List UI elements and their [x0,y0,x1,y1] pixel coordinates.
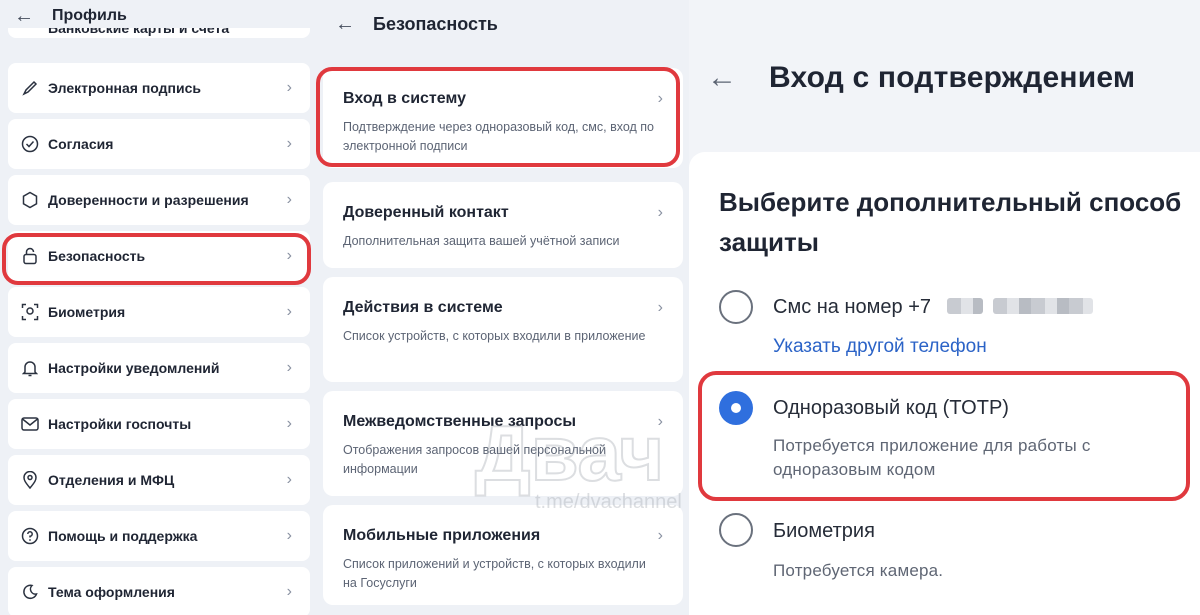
chevron-right-icon: › [286,359,292,376]
card-system-actions[interactable]: Действия в системе Список устройств, с к… [323,277,683,382]
face-scan-icon [20,302,40,322]
menu-item-label: Помощь и поддержка [48,528,198,544]
security-panel: ← Безопасность Вход в систему Подтвержде… [315,0,689,615]
menu-item-help[interactable]: Помощь и поддержка › [8,511,310,561]
menu-item-theme[interactable]: Тема оформления › [8,567,310,615]
highlight-outline [698,371,1190,501]
moon-icon [20,582,40,602]
menu-item-label: Биометрия [48,304,126,320]
menu-item-label: Настройки госпочты [48,416,192,432]
chevron-right-icon: › [286,415,292,432]
highlight-outline [2,233,311,285]
card-title: Действия в системе [343,299,503,316]
page-title: Профиль [52,7,127,24]
menu-item-notifications[interactable]: Настройки уведомлений › [8,343,310,393]
menu-item-label: Отделения и МФЦ [48,472,175,488]
hexagon-icon [20,190,40,210]
chevron-right-icon: › [657,204,663,221]
chevron-right-icon: › [657,299,663,316]
menu-item-label: Настройки уведомлений [48,360,220,376]
pen-icon [20,78,40,98]
menu-item-biometrics[interactable]: Биометрия › [8,287,310,337]
highlight-outline [316,67,680,167]
option-label-sms: Смс на номер +7 [773,296,931,318]
help-icon [20,526,40,546]
chevron-right-icon: › [286,527,292,544]
location-pin-icon [20,470,40,490]
menu-item-label: Тема оформления [48,584,175,600]
radio-biometrics[interactable] [719,513,753,547]
blurred-phone [947,298,983,314]
menu-item-label: Электронная подпись [48,80,201,96]
card-title: Мобильные приложения [343,527,541,544]
login-confirm-header: ← Вход с подтверждением [689,52,1200,104]
menu-item-gosmail[interactable]: Настройки госпочты › [8,399,310,449]
page-title: Безопасность [373,13,498,34]
card-trusted-contact[interactable]: Доверенный контакт Дополнительная защита… [323,182,683,268]
menu-item-offices[interactable]: Отделения и МФЦ › [8,455,310,505]
card-description: Список приложений и устройств, с которых… [343,557,646,590]
card-title: Доверенный контакт [343,204,509,221]
menu-item-powers[interactable]: Доверенности и разрешения › [8,175,310,225]
back-arrow-icon[interactable]: ← [707,63,737,93]
blurred-phone [993,298,1093,314]
back-arrow-icon[interactable]: ← [335,14,355,34]
mail-icon [20,414,40,434]
security-header: ← Безопасность [315,8,689,40]
chevron-right-icon: › [657,527,663,544]
chevron-right-icon: › [657,413,663,430]
option-desc-biometrics: Потребуется камера. [773,561,944,580]
card-description: Дополнительная защита вашей учётной запи… [343,234,620,248]
login-confirm-panel: ← Вход с подтверждением Выберите дополни… [689,0,1200,615]
option-label-biometrics: Биометрия [773,520,875,542]
card-mobile-apps[interactable]: Мобильные приложения Список приложений и… [323,505,683,605]
bell-icon [20,358,40,378]
menu-item-consents[interactable]: Согласия › [8,119,310,169]
check-circle-icon [20,134,40,154]
menu-item-label: Согласия [48,136,114,152]
card-description: Список устройств, с которых входили в пр… [343,329,646,343]
chevron-right-icon: › [286,471,292,488]
chevron-right-icon: › [286,191,292,208]
chevron-right-icon: › [286,303,292,320]
menu-item-signature[interactable]: Электронная подпись › [8,63,310,113]
card-interagency-requests[interactable]: Межведомственные запросы Отображения зап… [323,391,683,496]
back-arrow-icon[interactable]: ← [14,6,34,26]
profile-panel: ← Профиль Банковские карты и счета Элект… [0,0,315,615]
menu-item-label: Доверенности и разрешения [48,192,249,208]
chevron-right-icon: › [286,79,292,96]
chevron-right-icon: › [286,583,292,600]
card-description: Отображения запросов вашей персональной … [343,443,606,476]
list-item-cut[interactable]: Банковские карты и счета [8,28,310,38]
radio-sms[interactable] [719,290,753,324]
card-title: Межведомственные запросы [343,413,577,430]
question-heading: Выберите дополнительный способ защиты [719,187,1182,257]
change-phone-link[interactable]: Указать другой телефон [773,336,987,358]
chevron-right-icon: › [286,135,292,152]
page-title: Вход с подтверждением [769,61,1136,94]
